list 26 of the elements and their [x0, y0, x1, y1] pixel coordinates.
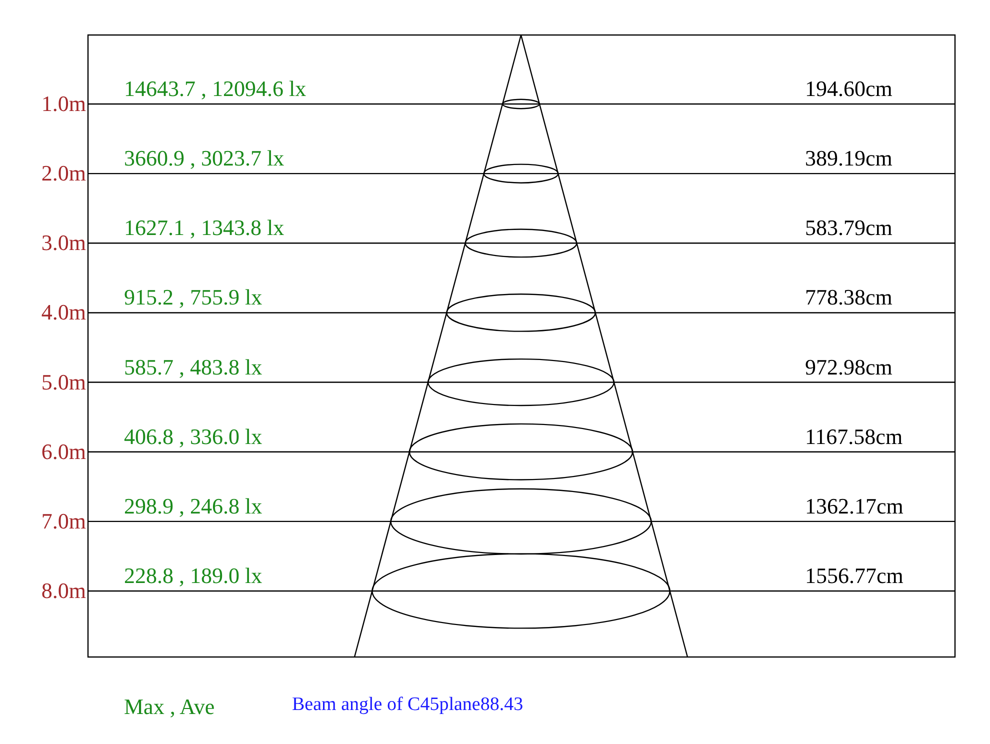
illuminance-label: 915.2 , 755.9 lx [124, 284, 262, 310]
illuminance-label: 14643.7 , 12094.6 lx [124, 76, 306, 101]
beam-diameter-label: 1362.17cm [805, 493, 904, 518]
illuminance-label: 298.9 , 246.8 lx [124, 493, 262, 518]
beam-diameter-label: 972.98cm [805, 354, 892, 380]
illuminance-label: 1627.1 , 1343.8 lx [124, 215, 284, 240]
distance-label: 6.0m [41, 438, 86, 464]
illuminance-label: 585.7 , 483.8 lx [124, 354, 262, 380]
beam-diameter-label: 583.79cm [805, 215, 892, 240]
beam-diameter-label: 778.38cm [805, 284, 892, 310]
illuminance-label: 3660.9 , 3023.7 lx [124, 146, 284, 171]
beam-diameter-label: 389.19cm [805, 146, 892, 171]
distance-label: 3.0m [41, 230, 86, 256]
beam-diameter-label: 1167.58cm [805, 424, 903, 449]
beam-angle-label: Beam angle of C45plane88.43 [292, 694, 524, 715]
beam-diameter-label: 194.60cm [805, 76, 892, 101]
distance-label: 2.0m [41, 160, 86, 186]
distance-label: 1.0m [41, 91, 86, 116]
legend-label: Max , Ave [124, 694, 215, 719]
beam-diameter-label: 1556.77cm [805, 563, 904, 588]
distance-label: 5.0m [41, 369, 86, 394]
distance-label: 8.0m [41, 578, 86, 603]
distance-label: 7.0m [41, 508, 86, 534]
illuminance-label: 406.8 , 336.0 lx [124, 424, 262, 449]
distance-label: 4.0m [41, 300, 86, 325]
illuminance-label: 228.8 , 189.0 lx [124, 563, 262, 588]
